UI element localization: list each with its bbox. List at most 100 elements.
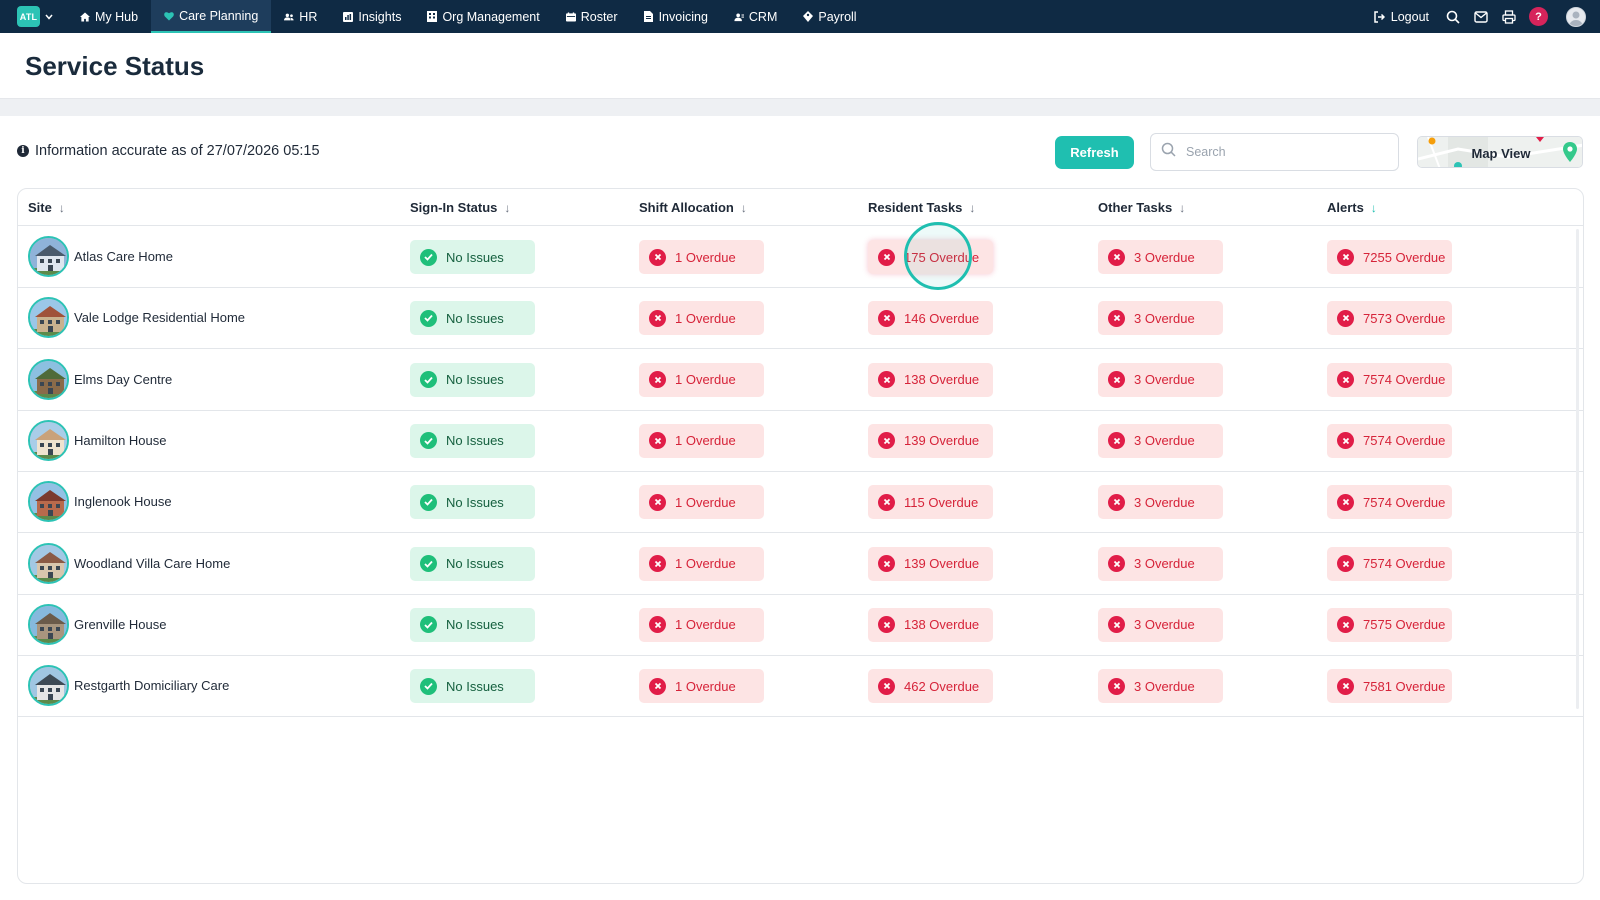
sign-in-status-pill[interactable]: No Issues	[410, 301, 535, 336]
alerts-status-pill[interactable]: 7581 Overdue	[1327, 669, 1452, 704]
table-row[interactable]: Restgarth Domiciliary Care No Issues 1 Ove…	[18, 655, 1583, 718]
sign-in-status-pill[interactable]: No Issues	[410, 485, 535, 520]
nav-item-hr[interactable]: HR	[271, 0, 330, 33]
site-cell[interactable]: Grenville House	[28, 603, 167, 645]
map-view-button[interactable]: Map View	[1417, 136, 1583, 168]
resident-status-pill[interactable]: 115 Overdue	[868, 485, 993, 520]
status-pill-label: 139 Overdue	[904, 433, 980, 449]
table-row[interactable]: Inglenook House No Issues 1 Overdue 115 Ove…	[18, 471, 1583, 534]
resident-status-pill[interactable]: 138 Overdue	[868, 362, 993, 397]
alerts-status-pill[interactable]: 7255 Overdue	[1327, 240, 1452, 274]
status-pill-label: 3 Overdue	[1134, 249, 1195, 265]
alerts-status-pill[interactable]: 7574 Overdue	[1327, 362, 1452, 397]
shift-status-pill[interactable]: 1 Overdue	[639, 301, 764, 336]
site-name: Atlas Care Home	[74, 249, 173, 264]
table-row[interactable]: Vale Lodge Residential Home No Issues 1 Ov…	[18, 287, 1583, 350]
other-status-pill[interactable]: 3 Overdue	[1098, 301, 1223, 336]
resident-status-pill[interactable]: 462 Overdue	[868, 669, 993, 704]
shift-status-pill[interactable]: 1 Overdue	[639, 423, 764, 458]
mail-icon[interactable]	[1473, 9, 1489, 25]
table-row[interactable]: Woodland Villa Care Home No Issues 1 Overd…	[18, 533, 1583, 595]
sign-in-status-pill[interactable]: No Issues	[410, 240, 535, 274]
table-row[interactable]: Atlas Care Home No Issues 1 Overdue 175 Ove…	[18, 226, 1583, 288]
scrollbar[interactable]	[1576, 229, 1579, 709]
resident-status-pill[interactable]: 146 Overdue	[868, 301, 993, 336]
sign-in-status-pill[interactable]: No Issues	[410, 423, 535, 458]
org-switcher[interactable]: ATL	[17, 6, 53, 27]
column-header-resident-tasks[interactable]: Resident Tasks ↓	[868, 200, 975, 215]
nav-item-insights[interactable]: Insights	[330, 0, 414, 33]
nav-item-payroll[interactable]: Payroll	[790, 0, 869, 33]
column-header-other-tasks[interactable]: Other Tasks ↓	[1098, 200, 1185, 215]
alerts-status-pill[interactable]: 7574 Overdue	[1327, 546, 1452, 581]
other-status-pill[interactable]: 3 Overdue	[1098, 607, 1223, 642]
nav-item-roster[interactable]: Roster	[553, 0, 631, 33]
site-avatar	[28, 236, 69, 277]
help-button[interactable]: ?	[1529, 7, 1548, 26]
site-cell[interactable]: Hamilton House	[28, 419, 167, 461]
print-icon[interactable]	[1501, 9, 1517, 25]
other-status-pill[interactable]: 3 Overdue	[1098, 546, 1223, 581]
shift-status-pill[interactable]: 1 Overdue	[639, 240, 764, 274]
site-cell[interactable]: Restgarth Domiciliary Care	[28, 665, 229, 707]
logout-button[interactable]: Logout	[1371, 9, 1429, 25]
service-status-table: Site ↓ Sign-In Status ↓ Shift Allocation ↓ Res…	[17, 188, 1584, 884]
alerts-status-pill[interactable]: 7575 Overdue	[1327, 607, 1452, 642]
check-circle-icon	[420, 309, 437, 327]
other-status-pill[interactable]: 3 Overdue	[1098, 362, 1223, 397]
sign-in-status-pill[interactable]: No Issues	[410, 362, 535, 397]
column-header-label: Resident Tasks	[868, 200, 963, 215]
nav-item-org-management[interactable]: Org Management	[414, 0, 552, 33]
other-status-pill[interactable]: 3 Overdue	[1098, 240, 1223, 274]
status-pill-label: 1 Overdue	[675, 556, 736, 571]
status-pill-label: 3 Overdue	[1134, 678, 1195, 694]
status-pill-label: 7574 Overdue	[1363, 372, 1446, 388]
other-status-pill[interactable]: 3 Overdue	[1098, 669, 1223, 704]
refresh-button[interactable]: Refresh	[1055, 136, 1134, 169]
other-status-pill[interactable]: 3 Overdue	[1098, 485, 1223, 520]
shift-status-pill[interactable]: 1 Overdue	[639, 669, 764, 704]
column-header-site[interactable]: Site ↓	[28, 200, 65, 215]
resident-status-pill[interactable]: 175 Overdue	[868, 240, 993, 274]
table-row[interactable]: Grenville House No Issues 1 Overdue 138 Ove…	[18, 594, 1583, 656]
column-header-sign-in-status[interactable]: Sign-In Status ↓	[410, 200, 510, 215]
user-avatar[interactable]	[1566, 6, 1586, 27]
shift-status-pill[interactable]: 1 Overdue	[639, 362, 764, 397]
site-cell[interactable]: Elms Day Centre	[28, 358, 172, 400]
info-icon: i	[17, 145, 29, 157]
table-row[interactable]: Hamilton House No Issues 1 Overdue 139 Over…	[18, 410, 1583, 472]
site-cell[interactable]: Inglenook House	[28, 481, 172, 523]
shift-status-pill[interactable]: 1 Overdue	[639, 607, 764, 642]
alerts-status-pill[interactable]: 7573 Overdue	[1327, 301, 1452, 336]
sign-in-status-pill[interactable]: No Issues	[410, 607, 535, 642]
alerts-status-pill[interactable]: 7574 Overdue	[1327, 485, 1452, 520]
nav-item-invoicing[interactable]: Invoicing	[631, 0, 721, 33]
table-row[interactable]: Elms Day Centre No Issues 1 Overdue 138 Ove…	[18, 349, 1583, 411]
column-header-shift-allocation[interactable]: Shift Allocation ↓	[639, 200, 747, 215]
nav-item-my-hub[interactable]: My Hub	[67, 0, 151, 33]
search-icon[interactable]	[1445, 9, 1461, 25]
shift-status-pill[interactable]: 1 Overdue	[639, 546, 764, 581]
site-avatar	[28, 542, 69, 584]
column-header-alerts[interactable]: Alerts ↓	[1327, 200, 1377, 215]
site-cell[interactable]: Atlas Care Home	[28, 236, 173, 277]
sign-in-status-pill[interactable]: No Issues	[410, 669, 535, 704]
resident-status-pill[interactable]: 138 Overdue	[868, 607, 993, 642]
sign-in-status-pill[interactable]: No Issues	[410, 546, 535, 581]
alerts-status-pill[interactable]: 7574 Overdue	[1327, 423, 1452, 458]
other-status-pill[interactable]: 3 Overdue	[1098, 423, 1223, 458]
nav-item-care-planning[interactable]: Care Planning	[151, 0, 272, 33]
x-circle-icon	[1337, 248, 1354, 266]
x-circle-icon	[1108, 432, 1125, 450]
site-avatar	[28, 481, 69, 523]
resident-status-pill[interactable]: 139 Overdue	[868, 546, 993, 581]
shift-status-pill[interactable]: 1 Overdue	[639, 485, 764, 520]
nav-item-label: HR	[299, 9, 318, 24]
site-cell[interactable]: Vale Lodge Residential Home	[28, 297, 245, 339]
resident-status-pill[interactable]: 139 Overdue	[868, 423, 993, 458]
status-pill-label: 3 Overdue	[1134, 372, 1195, 388]
site-cell[interactable]: Woodland Villa Care Home	[28, 542, 230, 584]
nav-item-crm[interactable]: CRM	[721, 0, 790, 33]
search-input[interactable]	[1186, 145, 1376, 159]
status-pill-label: No Issues	[446, 310, 504, 326]
